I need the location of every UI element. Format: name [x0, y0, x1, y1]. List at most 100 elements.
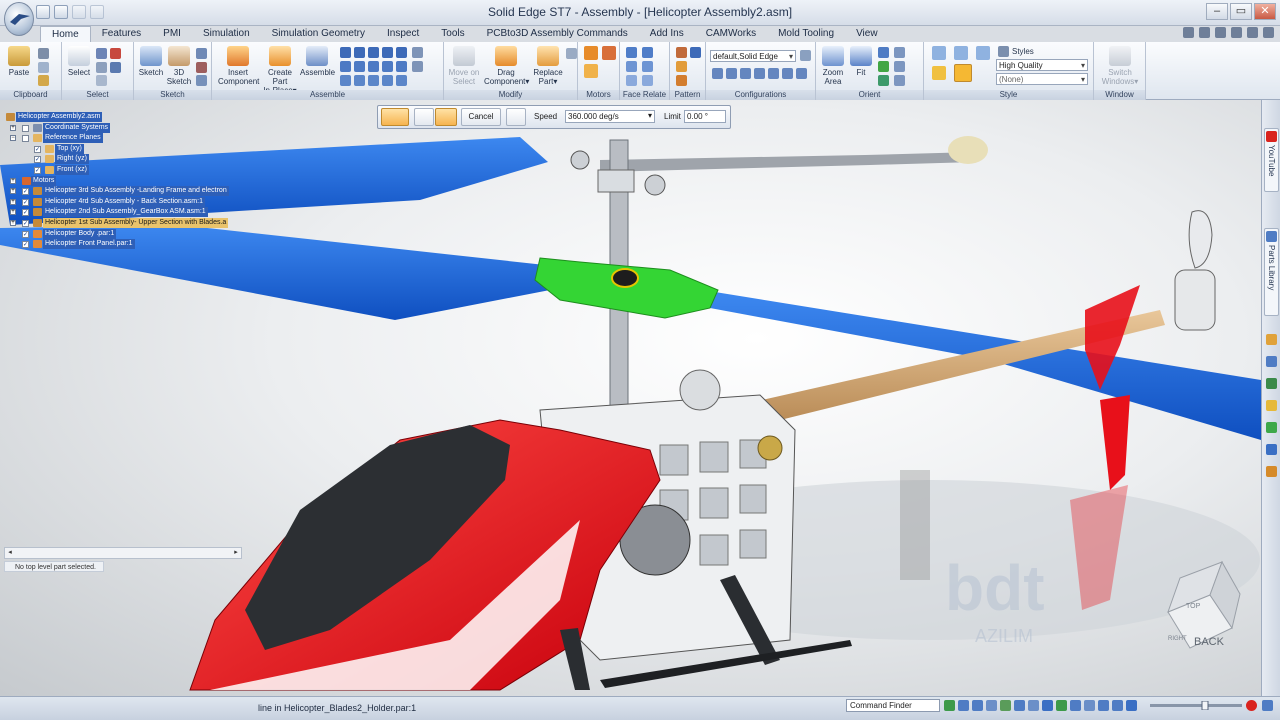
- relation-cam-icon[interactable]: [354, 61, 365, 72]
- tab-mold-tooling[interactable]: Mold Tooling: [767, 26, 845, 42]
- face-relate-6-icon[interactable]: [642, 75, 653, 86]
- minimize-button[interactable]: –: [1206, 3, 1228, 20]
- sb-end-icon[interactable]: [1262, 700, 1273, 711]
- dock-tool-6-icon[interactable]: [1266, 444, 1277, 455]
- sb-tool-3-icon[interactable]: [972, 700, 983, 711]
- view-cube-back-label[interactable]: BACK: [1194, 636, 1225, 648]
- pattern-3-icon[interactable]: [676, 61, 687, 72]
- tree-node-coordinate-systems[interactable]: + Coordinate Systems: [2, 122, 246, 134]
- config-3-icon[interactable]: [740, 68, 751, 79]
- expand-icon[interactable]: +: [10, 188, 16, 195]
- sb-tool-4-icon[interactable]: [986, 700, 997, 711]
- tree-node-top-plane[interactable]: ✓ Top (xy): [2, 143, 246, 155]
- tab-view[interactable]: View: [845, 26, 889, 42]
- expand-icon[interactable]: +: [10, 219, 16, 226]
- view-1-icon[interactable]: [894, 47, 905, 58]
- tree-node-sub-assembly-3[interactable]: + ✓ Helicopter 3rd Sub Assembly -Landing…: [2, 186, 246, 197]
- motor-icon[interactable]: [584, 46, 598, 60]
- scroll-right-icon[interactable]: ▸: [231, 548, 241, 558]
- visibility-checkbox[interactable]: ✓: [22, 230, 29, 238]
- insert-component-button[interactable]: Insert Component: [218, 46, 259, 86]
- move-on-select-button[interactable]: Move on Select: [446, 46, 482, 86]
- config-4-icon[interactable]: [754, 68, 765, 79]
- pathfinder-horizontal-scrollbar[interactable]: ◂ ▸: [4, 547, 242, 559]
- config-5-icon[interactable]: [768, 68, 779, 79]
- relation-insert-icon[interactable]: [368, 47, 379, 58]
- face-relate-4-icon[interactable]: [642, 61, 653, 72]
- dock-tool-7-icon[interactable]: [1266, 466, 1277, 477]
- style-cube-3-icon[interactable]: [976, 46, 990, 60]
- sb-tool-11-icon[interactable]: [1084, 700, 1095, 711]
- config-2-icon[interactable]: [726, 68, 737, 79]
- visibility-checkbox[interactable]: ✓: [22, 241, 29, 249]
- relation-parallel-icon[interactable]: [382, 61, 393, 72]
- sketch-button[interactable]: Sketch: [137, 46, 165, 77]
- tab-camworks[interactable]: CAMWorks: [695, 26, 767, 42]
- visibility-checkbox[interactable]: ✓: [22, 209, 29, 217]
- visibility-checkbox[interactable]: ✓: [34, 156, 41, 164]
- face-relate-1-icon[interactable]: [626, 47, 637, 58]
- tree-node-motors[interactable]: + Motors: [2, 175, 246, 187]
- command-finder-input[interactable]: Command Finder: [846, 699, 940, 712]
- view-cube-top-label[interactable]: TOP: [1186, 603, 1201, 610]
- tail-fin-lower[interactable]: [1100, 395, 1130, 490]
- expand-icon[interactable]: +: [10, 124, 16, 131]
- tree-node-sub-assembly-4[interactable]: + ✓ Helicopter 4rd Sub Assembly - Back S…: [2, 196, 246, 208]
- tree-node-sub-assembly-1[interactable]: + ✓ Helicopter 1st Sub Assembly- Upper S…: [2, 217, 246, 229]
- relation-center-icon[interactable]: [340, 75, 351, 86]
- select-box-icon[interactable]: [96, 75, 107, 86]
- select-filter-icon[interactable]: [96, 48, 107, 59]
- tab-features[interactable]: Features: [91, 26, 152, 42]
- tree-node-right-plane[interactable]: ✓ Right (yz): [2, 154, 246, 165]
- sb-tool-9-icon[interactable]: [1056, 700, 1067, 711]
- doc-close-icon[interactable]: [1263, 27, 1274, 38]
- youtube-tab[interactable]: YouTube: [1264, 128, 1279, 192]
- visibility-checkbox[interactable]: ✓: [22, 188, 29, 196]
- sb-tool-12-icon[interactable]: [1098, 700, 1109, 711]
- tree-node-helicopter-body[interactable]: ✓ Helicopter Body .par:1: [2, 228, 246, 240]
- visibility-checkbox[interactable]: [22, 135, 29, 143]
- tab-tools[interactable]: Tools: [430, 26, 475, 42]
- style-shaded-edges-icon[interactable]: [954, 64, 972, 82]
- format-painter-icon[interactable]: [38, 75, 49, 86]
- visibility-checkbox[interactable]: [22, 124, 29, 132]
- relation-match-icon[interactable]: [382, 75, 393, 86]
- tree-node-sub-assembly-2[interactable]: + ✓ Helicopter 2nd Sub Assembly_GearBox …: [2, 207, 246, 218]
- relation-tangent-icon[interactable]: [340, 61, 351, 72]
- face-relate-5-icon[interactable]: [626, 75, 637, 86]
- view-3-icon[interactable]: [894, 75, 905, 86]
- move-mode-button[interactable]: [435, 108, 457, 126]
- relation-extra-1-icon[interactable]: [412, 47, 423, 58]
- dock-tool-1-icon[interactable]: [1266, 334, 1277, 345]
- close-button[interactable]: ✕: [1254, 3, 1276, 20]
- zoom-area-button[interactable]: Zoom Area: [820, 46, 846, 86]
- style-cube-1-icon[interactable]: [932, 46, 946, 60]
- help-diamond-icon[interactable]: [1183, 27, 1194, 38]
- style-none-select[interactable]: (None): [996, 73, 1088, 85]
- relation-gear-icon[interactable]: [368, 61, 379, 72]
- limit-input[interactable]: 0.00 °: [684, 110, 726, 123]
- relation-rigid-icon[interactable]: [368, 75, 379, 86]
- config-7-icon[interactable]: [796, 68, 807, 79]
- face-relate-2-icon[interactable]: [642, 47, 653, 58]
- blade-holder-hub[interactable]: [534, 257, 719, 319]
- config-1-icon[interactable]: [712, 68, 723, 79]
- pattern-2-icon[interactable]: [690, 47, 701, 58]
- sb-tool-1-icon[interactable]: [944, 700, 955, 711]
- fit-button[interactable]: Fit: [848, 46, 874, 77]
- render-quality-select[interactable]: High Quality: [996, 59, 1088, 71]
- sb-tool-6-icon[interactable]: [1014, 700, 1025, 711]
- sb-tool-13-icon[interactable]: [1112, 700, 1123, 711]
- pattern-1-icon[interactable]: [676, 47, 687, 58]
- rotate-mode-button[interactable]: [414, 108, 434, 126]
- drag-component-button[interactable]: Drag Component▾: [484, 46, 529, 86]
- select-hide-icon[interactable]: [96, 62, 107, 73]
- dock-tool-4-icon[interactable]: [1266, 400, 1277, 411]
- sb-tool-10-icon[interactable]: [1070, 700, 1081, 711]
- copy-icon[interactable]: [38, 62, 49, 73]
- configuration-select[interactable]: default,Solid Edge: [710, 50, 796, 62]
- styles-icon[interactable]: [998, 46, 1009, 57]
- expand-icon[interactable]: +: [10, 209, 16, 216]
- rotate-icon[interactable]: [878, 75, 889, 86]
- tab-pmi[interactable]: PMI: [152, 26, 192, 42]
